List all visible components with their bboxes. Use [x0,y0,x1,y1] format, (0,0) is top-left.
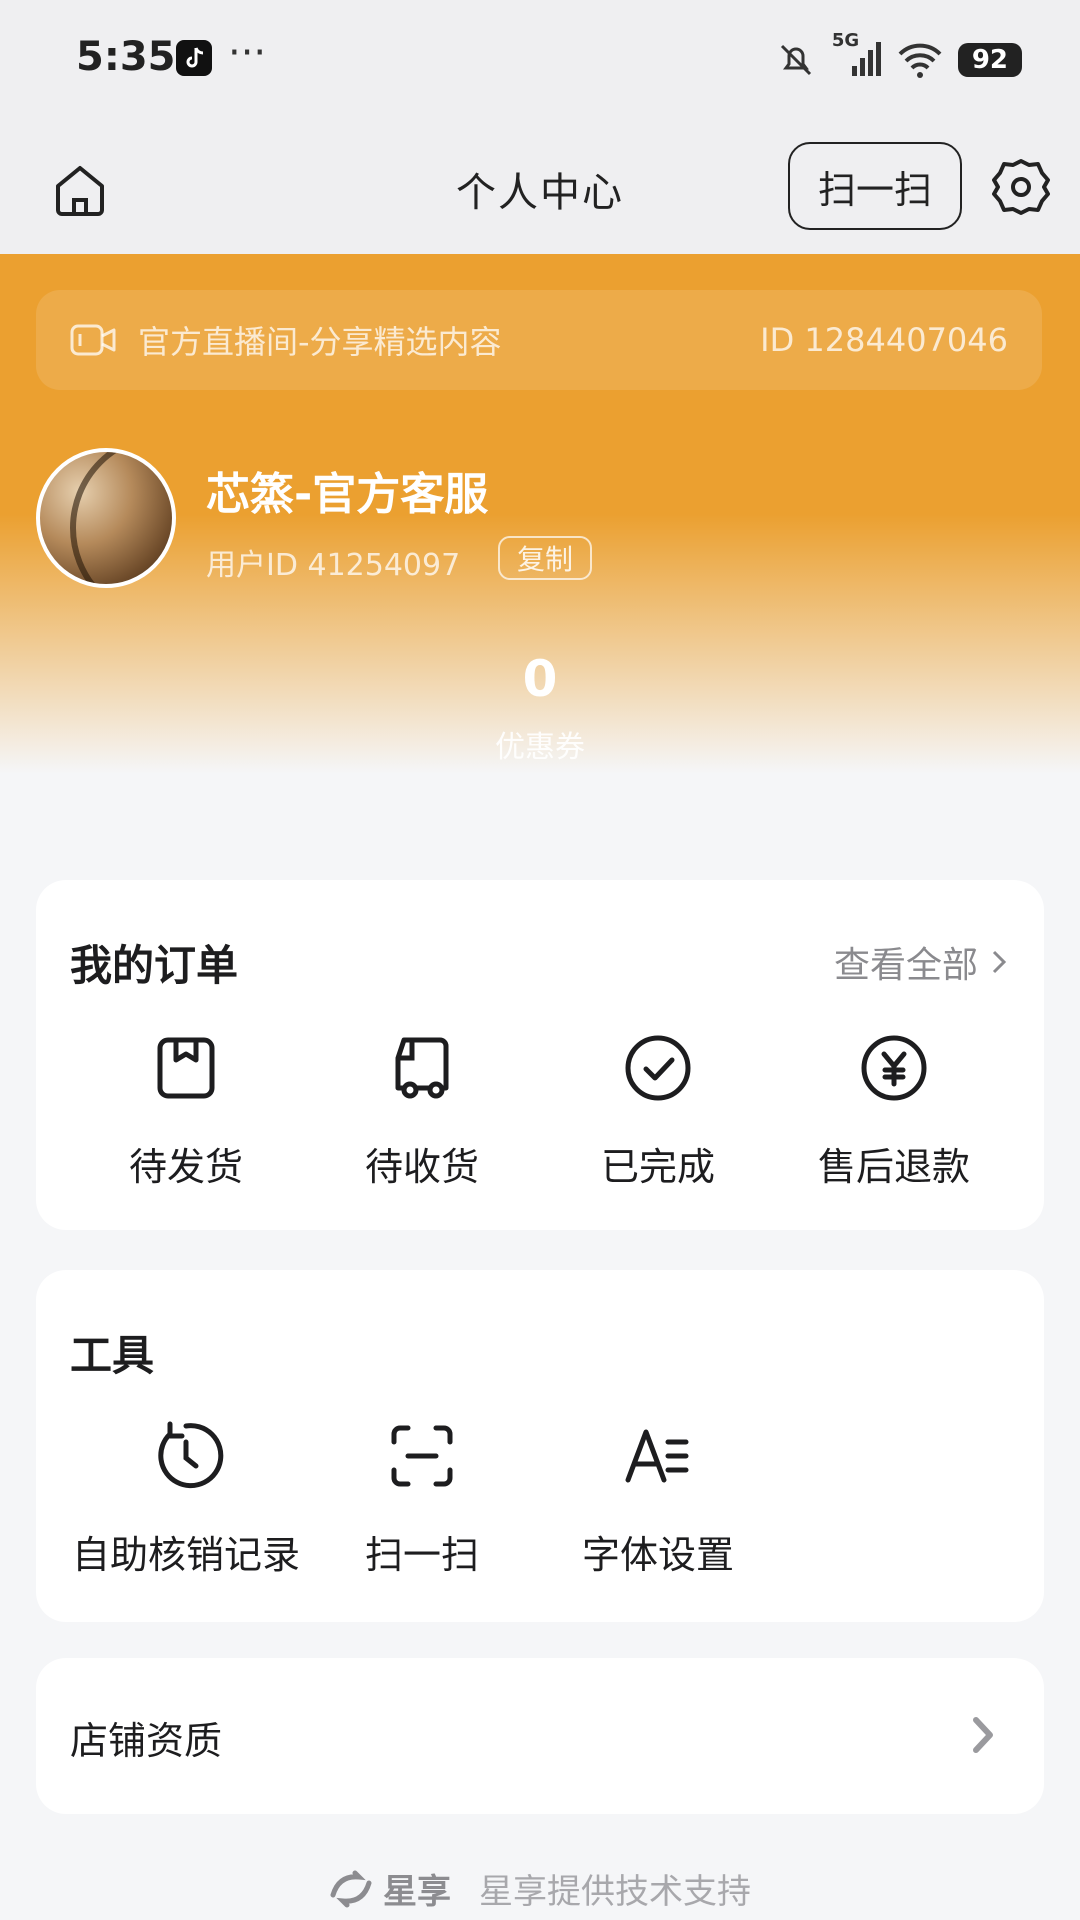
box-icon [157,1037,215,1099]
tool-font-settings-label: 字体设置 [581,1533,734,1577]
coupon-count[interactable]: 0 [0,650,1080,708]
profile-hero: 官方直播间-分享精选内容 ID 1284407046 芯篜-官方客服 用户ID … [0,254,1080,774]
network-type: 5G [831,30,860,51]
history-icon [158,1421,224,1489]
truck-icon [395,1037,449,1099]
shop-qualification-row[interactable]: 店铺资质 [36,1658,1044,1814]
status-time: 5:35 [76,34,176,80]
yuan-circle-icon [861,1035,927,1101]
order-refund-label: 售后退款 [817,1145,970,1189]
status-bar: 5:35 ··· 5G 92 [0,0,1080,120]
tool-scan[interactable]: 扫一扫 [304,1418,540,1579]
video-camera-icon [70,324,116,356]
avatar[interactable] [36,448,176,588]
tool-font-settings[interactable]: 字体设置 [540,1418,776,1579]
mute-bell-icon [780,44,811,76]
orders-card: 我的订单 查看全部 待发货 待收货 已完成 售后退款 [36,880,1044,1230]
status-right: 5G 92 [774,30,1022,82]
footer-brand-name: 星享 [383,1872,451,1912]
signal-icon: 5G [832,30,882,82]
tools-grid: 自助核销记录 扫一扫 字体设置 [68,1418,1044,1579]
chevron-right-icon [973,1717,993,1753]
gear-icon[interactable] [990,156,1052,218]
check-circle-icon [625,1035,691,1101]
tool-scan-label: 扫一扫 [364,1533,479,1577]
orders-title: 我的订单 [70,941,239,990]
user-id: 用户ID 41254097 [206,548,461,583]
brand-logo-icon [330,1870,372,1907]
wifi-icon [898,43,942,78]
footer: 星享 星享提供技术支持 [0,1864,1080,1913]
tools-card: 工具 自助核销记录 扫一扫 字体设置 [36,1270,1044,1622]
scan-icon [391,1425,453,1487]
footer-support-text: 星享提供技术支持 [479,1872,751,1912]
order-pending-receive[interactable]: 待收货 [304,1030,540,1191]
order-pending-ship-label: 待发货 [128,1145,243,1189]
battery-indicator: 92 [957,43,1022,77]
order-refund[interactable]: 售后退款 [776,1030,1012,1191]
top-header: 个人中心 扫一扫 [0,120,1080,254]
scan-button[interactable]: 扫一扫 [788,142,962,230]
order-pending-receive-label: 待收货 [364,1145,479,1189]
view-all-label: 查看全部 [833,945,978,986]
tool-verification-records-label: 自助核销记录 [71,1533,300,1577]
live-room-title: 官方直播间-分享精选内容 [138,323,502,361]
tiktok-icon [176,40,212,76]
chevron-right-icon [992,950,1007,974]
order-completed-label: 已完成 [600,1145,715,1189]
order-completed[interactable]: 已完成 [540,1030,776,1191]
live-room-banner[interactable]: 官方直播间-分享精选内容 ID 1284407046 [36,290,1042,390]
orders-grid: 待发货 待收货 已完成 售后退款 [68,1030,1044,1191]
user-name: 芯篜-官方客服 [206,469,489,520]
coupon-label[interactable]: 优惠券 [0,722,1080,766]
copy-id-button[interactable]: 复制 [498,536,592,580]
font-icon [625,1429,689,1483]
status-more: ··· [228,30,267,76]
footer-brand: 星享 [329,1864,451,1913]
tools-title: 工具 [70,1331,155,1380]
order-pending-ship[interactable]: 待发货 [68,1030,304,1191]
view-all-orders-link[interactable]: 查看全部 [834,936,1008,988]
tool-verification-records[interactable]: 自助核销记录 [68,1418,304,1579]
live-room-id: ID 1284407046 [760,321,1008,359]
shop-qualification-label: 店铺资质 [70,1719,223,1763]
